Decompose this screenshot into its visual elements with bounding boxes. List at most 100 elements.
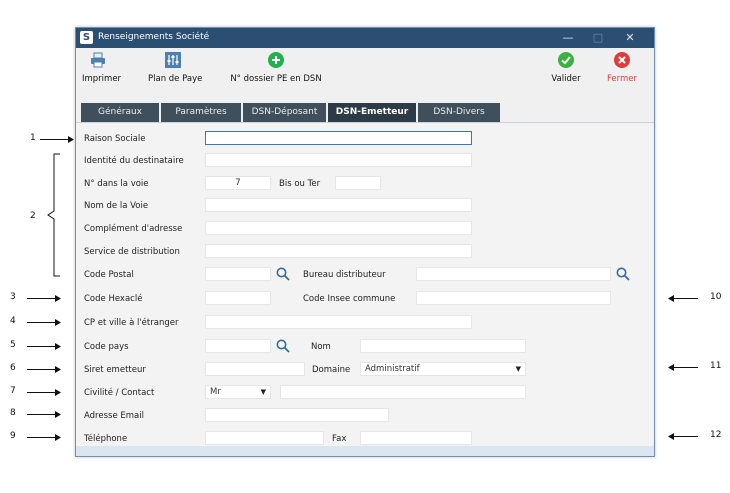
print-button[interactable]: Imprimer: [82, 52, 122, 84]
identite-destinataire-label: Identité du destinataire: [84, 156, 184, 166]
adresse-email-label: Adresse Email: [84, 411, 144, 421]
arrow-right-icon: [27, 389, 61, 396]
code-postal-label: Code Postal: [84, 270, 134, 280]
search-icon[interactable]: [276, 339, 290, 353]
tab-dsn-emetteur[interactable]: DSN-Emetteur: [328, 103, 416, 122]
siret-emetteur-input[interactable]: [205, 362, 305, 376]
code-insee-input[interactable]: [416, 291, 611, 305]
raison-sociale-label: Raison Sociale: [84, 134, 146, 144]
civilite-select[interactable]: Mr ▼: [205, 385, 271, 399]
bis-ter-input[interactable]: [335, 176, 381, 190]
bureau-distributeur-input[interactable]: [416, 267, 611, 281]
tab-dsn-divers[interactable]: DSN-Divers: [418, 103, 500, 122]
annotation-7: 7: [10, 386, 16, 396]
societe-window: S Renseignements Société — □ ✕ Imprimer: [75, 27, 655, 457]
bureau-distributeur-label: Bureau distributeur: [303, 270, 386, 280]
window-title: Renseignements Société: [98, 32, 210, 42]
search-icon[interactable]: [616, 267, 630, 281]
code-hexacle-input[interactable]: [205, 291, 271, 305]
nom-voie-input[interactable]: [205, 198, 472, 212]
arrow-right-icon: [40, 136, 74, 143]
domaine-value: Administratif: [365, 364, 420, 374]
printer-icon: [91, 52, 105, 68]
annotation-1: 1: [30, 133, 36, 143]
dossier-pe-label: N° dossier PE en DSN: [230, 74, 322, 84]
complement-adresse-label: Complément d'adresse: [84, 224, 183, 234]
code-postal-input[interactable]: [205, 267, 271, 281]
annotation-10: 10: [710, 292, 722, 302]
service-distribution-label: Service de distribution: [84, 247, 180, 257]
domaine-label: Domaine: [312, 365, 351, 375]
annotation-9: 9: [10, 431, 16, 441]
toolbar: Imprimer Plan de Paye N° dossier PE en D…: [76, 48, 654, 92]
nom-input[interactable]: [360, 339, 526, 353]
telephone-input[interactable]: [205, 431, 324, 445]
bis-ter-label: Bis ou Ter: [279, 179, 321, 189]
tab-generaux[interactable]: Généraux: [81, 103, 159, 122]
validate-button[interactable]: Valider: [550, 52, 582, 84]
arrow-right-icon: [27, 434, 61, 441]
arrow-right-icon: [27, 319, 61, 326]
code-pays-input[interactable]: [205, 339, 271, 353]
add-circle-icon: [268, 52, 284, 68]
domaine-select[interactable]: Administratif ▼: [360, 362, 526, 376]
arrow-right-icon: [27, 366, 61, 373]
annotation-8: 8: [10, 408, 16, 418]
validate-label: Valider: [551, 74, 581, 84]
code-pays-label: Code pays: [84, 342, 129, 352]
arrow-left-icon: [668, 295, 698, 302]
contact-input[interactable]: [280, 385, 526, 399]
maximize-button[interactable]: □: [584, 28, 612, 48]
cp-ville-etranger-input[interactable]: [205, 315, 472, 329]
adresse-email-input[interactable]: [205, 408, 389, 422]
civilite-contact-label: Civilité / Contact: [84, 388, 155, 398]
nom-voie-label: Nom de la Voie: [84, 201, 149, 211]
dossier-pe-button[interactable]: N° dossier PE en DSN: [224, 52, 328, 84]
chevron-down-icon: ▼: [260, 388, 266, 396]
numero-voie-label: N° dans la voie: [84, 179, 149, 189]
annotation-11: 11: [710, 361, 722, 371]
minimize-button[interactable]: —: [554, 28, 582, 48]
tab-dsn-deposant[interactable]: DSN-Déposant: [243, 103, 326, 122]
print-label: Imprimer: [82, 74, 122, 84]
fax-label: Fax: [332, 434, 347, 444]
annotation-4: 4: [10, 316, 16, 326]
nom-label: Nom: [311, 342, 331, 352]
code-hexacle-label: Code Hexaclé: [84, 294, 143, 304]
bracket-icon: [47, 153, 60, 277]
annotation-3: 3: [10, 292, 16, 302]
identite-destinataire-input[interactable]: [205, 153, 472, 167]
siret-emetteur-label: Siret emetteur: [84, 365, 146, 375]
cp-ville-etranger-label: CP et ville à l'étranger: [84, 318, 179, 328]
chevron-down-icon: ▼: [515, 365, 521, 373]
annotation-6: 6: [10, 363, 16, 373]
close-label: Fermer: [606, 74, 637, 84]
dsn-emetteur-panel: [76, 122, 654, 453]
annotation-5: 5: [10, 340, 16, 350]
telephone-label: Téléphone: [84, 434, 128, 444]
arrow-left-icon: [668, 433, 698, 440]
arrow-right-icon: [27, 411, 61, 418]
status-bar: [76, 446, 654, 456]
app-logo-icon: S: [80, 31, 93, 44]
checkmark-icon: [558, 52, 574, 68]
plan-de-paye-button[interactable]: Plan de Paye: [148, 52, 202, 84]
close-button[interactable]: Fermer: [606, 52, 638, 84]
numero-voie-input[interactable]: 7: [205, 176, 271, 190]
close-circle-icon: [614, 52, 630, 68]
fax-input[interactable]: [360, 431, 472, 445]
annotation-12: 12: [710, 430, 722, 440]
tab-parametres[interactable]: Paramètres: [161, 103, 241, 122]
annotation-2: 2: [30, 211, 36, 221]
code-insee-label: Code Insee commune: [303, 294, 396, 304]
arrow-left-icon: [668, 364, 698, 371]
raison-sociale-input[interactable]: [205, 131, 472, 145]
search-icon[interactable]: [276, 267, 290, 281]
sliders-icon: [165, 52, 181, 68]
civilite-value: Mr: [210, 387, 221, 397]
arrow-right-icon: [27, 343, 61, 350]
complement-adresse-input[interactable]: [205, 221, 472, 235]
close-window-button[interactable]: ✕: [616, 28, 644, 48]
title-bar: S Renseignements Société — □ ✕: [76, 28, 654, 48]
service-distribution-input[interactable]: [205, 244, 472, 258]
